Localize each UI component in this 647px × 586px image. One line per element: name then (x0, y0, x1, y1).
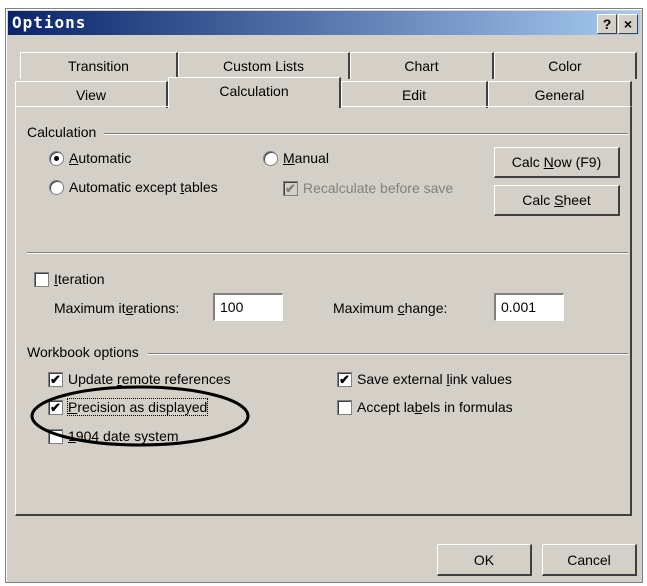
recalc-before-save-label: Recalculate before save (303, 180, 454, 196)
calc-sheet-button[interactable]: Calc Sheet (494, 185, 620, 216)
accept-labels-checkbox[interactable] (337, 400, 352, 415)
accept-labels-label: Accept labels in formulas (357, 399, 513, 415)
close-button[interactable]: × (618, 14, 638, 34)
dialog-title: Options (12, 13, 87, 32)
max-iterations-label: Maximum iterations: (54, 300, 180, 316)
automatic-label: Automatic (69, 150, 132, 166)
title-bar: Options ? × (8, 11, 640, 35)
tab-edit[interactable]: Edit (341, 81, 488, 108)
manual-radio[interactable] (263, 151, 278, 166)
max-change-input[interactable]: 0.001 (494, 293, 564, 321)
tab-custom-lists[interactable]: Custom Lists (178, 52, 350, 79)
iteration-label: Iteration (54, 271, 105, 287)
workbook-options-label: Workbook options (27, 344, 139, 360)
cancel-button[interactable]: Cancel (542, 544, 637, 576)
tab-color[interactable]: Color (494, 52, 637, 79)
highlight-ellipse (30, 385, 250, 447)
ok-button[interactable]: OK (437, 544, 532, 576)
iteration-separator (27, 252, 628, 254)
tab-transition[interactable]: Transition (20, 52, 178, 79)
tab-chart[interactable]: Chart (350, 52, 494, 79)
tab-calculation[interactable]: Calculation (168, 77, 341, 108)
save-external-link-values-label: Save external link values (357, 371, 512, 387)
calc-now-button[interactable]: Calc Now (F9) (494, 147, 620, 178)
calculation-group-label: Calculation (27, 124, 97, 140)
recalc-before-save-checkbox[interactable]: ✔ (283, 181, 298, 196)
save-external-link-values-checkbox[interactable]: ✔ (337, 372, 352, 387)
tab-general[interactable]: General (488, 81, 632, 108)
tab-view[interactable]: View (15, 81, 168, 108)
max-change-label: Maximum change: (333, 300, 448, 316)
iteration-checkbox[interactable] (34, 272, 49, 287)
workbook-options-line (148, 353, 628, 355)
automatic-except-tables-label: Automatic except tables (69, 179, 218, 195)
automatic-radio[interactable] (49, 151, 64, 166)
manual-label: Manual (283, 150, 329, 166)
automatic-except-tables-radio[interactable] (49, 180, 64, 195)
calculation-group-line (104, 133, 628, 135)
help-button[interactable]: ? (597, 14, 617, 34)
max-iterations-input[interactable]: 100 (213, 293, 283, 321)
